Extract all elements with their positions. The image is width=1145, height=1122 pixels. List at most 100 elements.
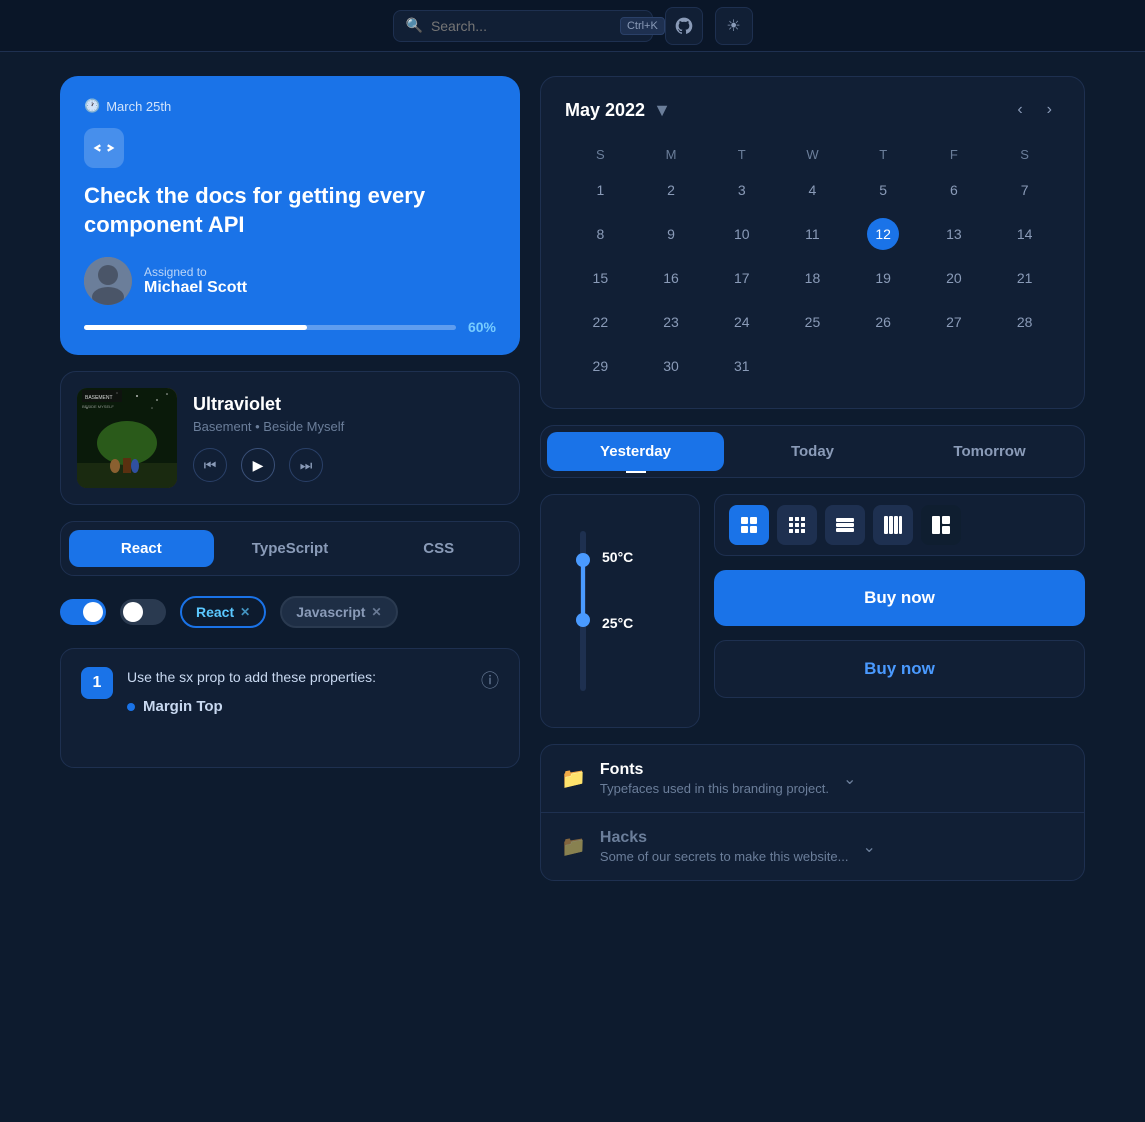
split-view-icon [932, 516, 950, 534]
toggle-1[interactable] [60, 599, 106, 625]
prev-month-button[interactable]: ‹ [1009, 97, 1030, 123]
icon-btn-3[interactable] [825, 505, 865, 545]
github-button[interactable] [665, 7, 703, 45]
chip-react[interactable]: React ✕ [180, 596, 266, 628]
accordion-label-wrap-fonts: Fonts Typefaces used in this branding pr… [600, 761, 829, 796]
calendar-day[interactable]: 24 [706, 300, 777, 344]
tab-yesterday[interactable]: Yesterday [547, 432, 724, 471]
icon-btn-2[interactable] [777, 505, 817, 545]
calendar-day[interactable]: 27 [919, 300, 990, 344]
calendar-day[interactable]: 10 [706, 212, 777, 256]
calendar-day[interactable]: 8 [565, 212, 636, 256]
folder-icon-fonts: 📁 [561, 766, 586, 791]
calendar-day [848, 344, 919, 388]
day-tabs: Yesterday Today Tomorrow [540, 425, 1085, 478]
bottom-widgets-row: 50°C 25°C [540, 494, 1085, 728]
thermometer-card: 50°C 25°C [540, 494, 700, 728]
calendar-day[interactable]: 2 [636, 168, 707, 212]
calendar-day[interactable]: 1 [565, 168, 636, 212]
grid-2x2-icon [740, 516, 758, 534]
high-temp-label: 50°C [602, 549, 633, 565]
calendar-day[interactable]: 9 [636, 212, 707, 256]
search-input[interactable] [431, 18, 612, 34]
day-header-tue: T [706, 141, 777, 168]
calendar-day[interactable]: 5 [848, 168, 919, 212]
info-button[interactable]: ⓘ [481, 667, 499, 693]
chip-javascript-close-icon[interactable]: ✕ [371, 605, 381, 619]
buy-now-secondary-button[interactable]: Buy now [714, 640, 1085, 698]
calendar-day[interactable]: 18 [777, 256, 848, 300]
calendar-day [777, 344, 848, 388]
calendar-header: May 2022 ▼ ‹ › [565, 97, 1060, 123]
assigned-label: Assigned to [144, 265, 247, 279]
tab-today[interactable]: Today [724, 432, 901, 471]
calendar-day [989, 344, 1060, 388]
day-header-fri: F [919, 141, 990, 168]
icon-group-card: Buy now Buy now [714, 494, 1085, 728]
tab-tomorrow[interactable]: Tomorrow [901, 432, 1078, 471]
toggle-2[interactable] [120, 599, 166, 625]
fast-forward-button[interactable]: ⏭ [289, 448, 323, 482]
search-icon: 🔍 [406, 17, 423, 34]
svg-text:BASEMENT: BASEMENT [85, 395, 113, 401]
calendar-day[interactable]: 26 [848, 300, 919, 344]
dropdown-arrow-icon[interactable]: ▼ [653, 100, 671, 121]
calendar-nav: ‹ › [1009, 97, 1060, 123]
chip-javascript[interactable]: Javascript ✕ [280, 596, 397, 628]
folder-icon-hacks: 📁 [561, 834, 586, 859]
calendar-day[interactable]: 28 [989, 300, 1060, 344]
calendar-day[interactable]: 14 [989, 212, 1060, 256]
calendar-day[interactable]: 15 [565, 256, 636, 300]
search-bar[interactable]: 🔍 Ctrl+K [393, 10, 653, 42]
github-icon [674, 16, 694, 36]
calendar-day[interactable]: 6 [919, 168, 990, 212]
calendar-day[interactable]: 20 [919, 256, 990, 300]
accordion-desc-hacks: Some of our secrets to make this website… [600, 849, 849, 864]
instruction-text: Use the sx prop to add these properties:… [127, 667, 467, 749]
accordion-header-hacks[interactable]: 📁 Hacks Some of our secrets to make this… [541, 813, 1084, 880]
top-nav: 🔍 Ctrl+K ☀ [0, 0, 1145, 52]
calendar-day[interactable]: 13 [919, 212, 990, 256]
calendar-day[interactable]: 16 [636, 256, 707, 300]
icon-btn-4[interactable] [873, 505, 913, 545]
music-controls: ⏮ ▶ ⏭ [193, 448, 503, 482]
calendar-day[interactable]: 17 [706, 256, 777, 300]
calendar-day[interactable]: 25 [777, 300, 848, 344]
calendar-day[interactable]: 21 [989, 256, 1060, 300]
icon-btn-5[interactable] [921, 505, 961, 545]
calendar-day[interactable]: 12 [848, 212, 919, 256]
play-button[interactable]: ▶ [241, 448, 275, 482]
calendar-day[interactable]: 22 [565, 300, 636, 344]
calendar-day[interactable]: 19 [848, 256, 919, 300]
calendar-day[interactable]: 7 [989, 168, 1060, 212]
theme-toggle-button[interactable]: ☀ [715, 7, 753, 45]
assigned-name: Michael Scott [144, 279, 247, 297]
tab-typescript[interactable]: TypeScript [218, 530, 363, 567]
temp-labels: 50°C 25°C [602, 531, 633, 691]
rewind-button[interactable]: ⏮ [193, 448, 227, 482]
bullet-dot-icon [127, 703, 135, 711]
calendar-day[interactable]: 11 [777, 212, 848, 256]
music-subtitle: Basement • Beside Myself [193, 419, 503, 434]
calendar-day[interactable]: 3 [706, 168, 777, 212]
accordion-header-fonts[interactable]: 📁 Fonts Typefaces used in this branding … [541, 745, 1084, 812]
next-month-button[interactable]: › [1039, 97, 1060, 123]
calendar-day[interactable]: 30 [636, 344, 707, 388]
calendar-day[interactable]: 23 [636, 300, 707, 344]
task-title: Check the docs for getting every compone… [84, 182, 496, 239]
month-year-label: May 2022 [565, 100, 645, 121]
chip-react-label: React [196, 604, 234, 620]
calendar-day [919, 344, 990, 388]
tab-react[interactable]: React [69, 530, 214, 567]
calendar-day[interactable]: 31 [706, 344, 777, 388]
day-header-thu: T [848, 141, 919, 168]
chip-react-close-icon[interactable]: ✕ [240, 605, 250, 619]
progress-percentage: 60% [468, 319, 496, 335]
progress-row: 60% [84, 319, 496, 335]
calendar-day[interactable]: 4 [777, 168, 848, 212]
icon-btn-1[interactable] [729, 505, 769, 545]
buy-now-primary-button[interactable]: Buy now [714, 570, 1085, 626]
tab-css[interactable]: CSS [366, 530, 511, 567]
calendar-day[interactable]: 29 [565, 344, 636, 388]
album-art-image: BASEMENT BESIDE MYSELF [77, 388, 177, 488]
